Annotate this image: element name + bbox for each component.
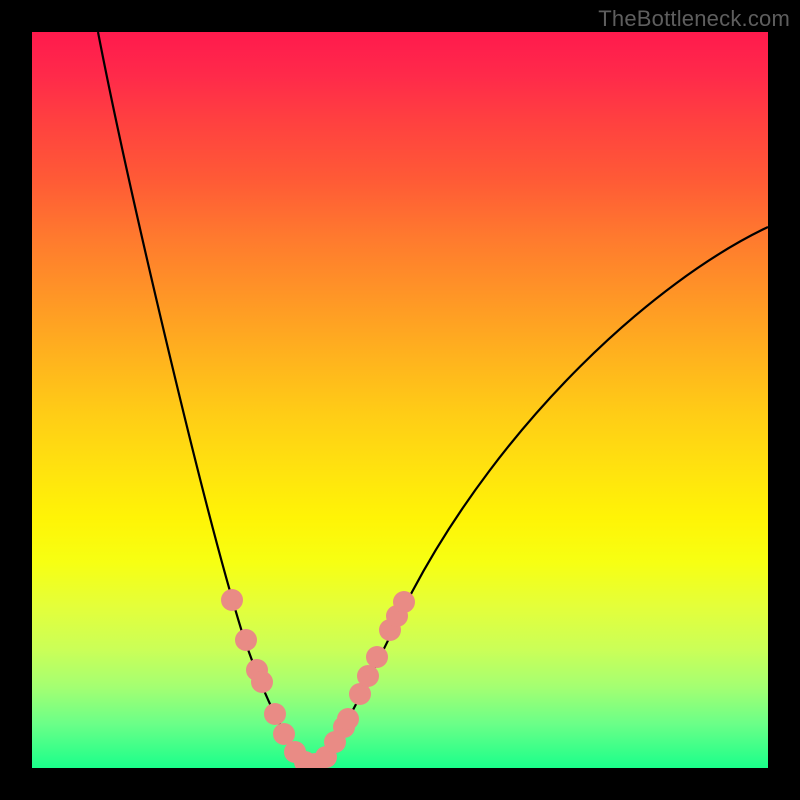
marker-point [264,703,286,725]
marker-point [366,646,388,668]
curve-left [98,32,310,765]
marker-group [221,589,415,768]
marker-point [393,591,415,613]
marker-point [221,589,243,611]
watermark-text: TheBottleneck.com [598,6,790,32]
plot-area [32,32,768,768]
marker-point [337,708,359,730]
marker-point [357,665,379,687]
curve-right [310,227,768,765]
chart-frame: TheBottleneck.com [0,0,800,800]
curve-group [98,32,768,765]
marker-point [251,671,273,693]
marker-point [235,629,257,651]
chart-svg [32,32,768,768]
